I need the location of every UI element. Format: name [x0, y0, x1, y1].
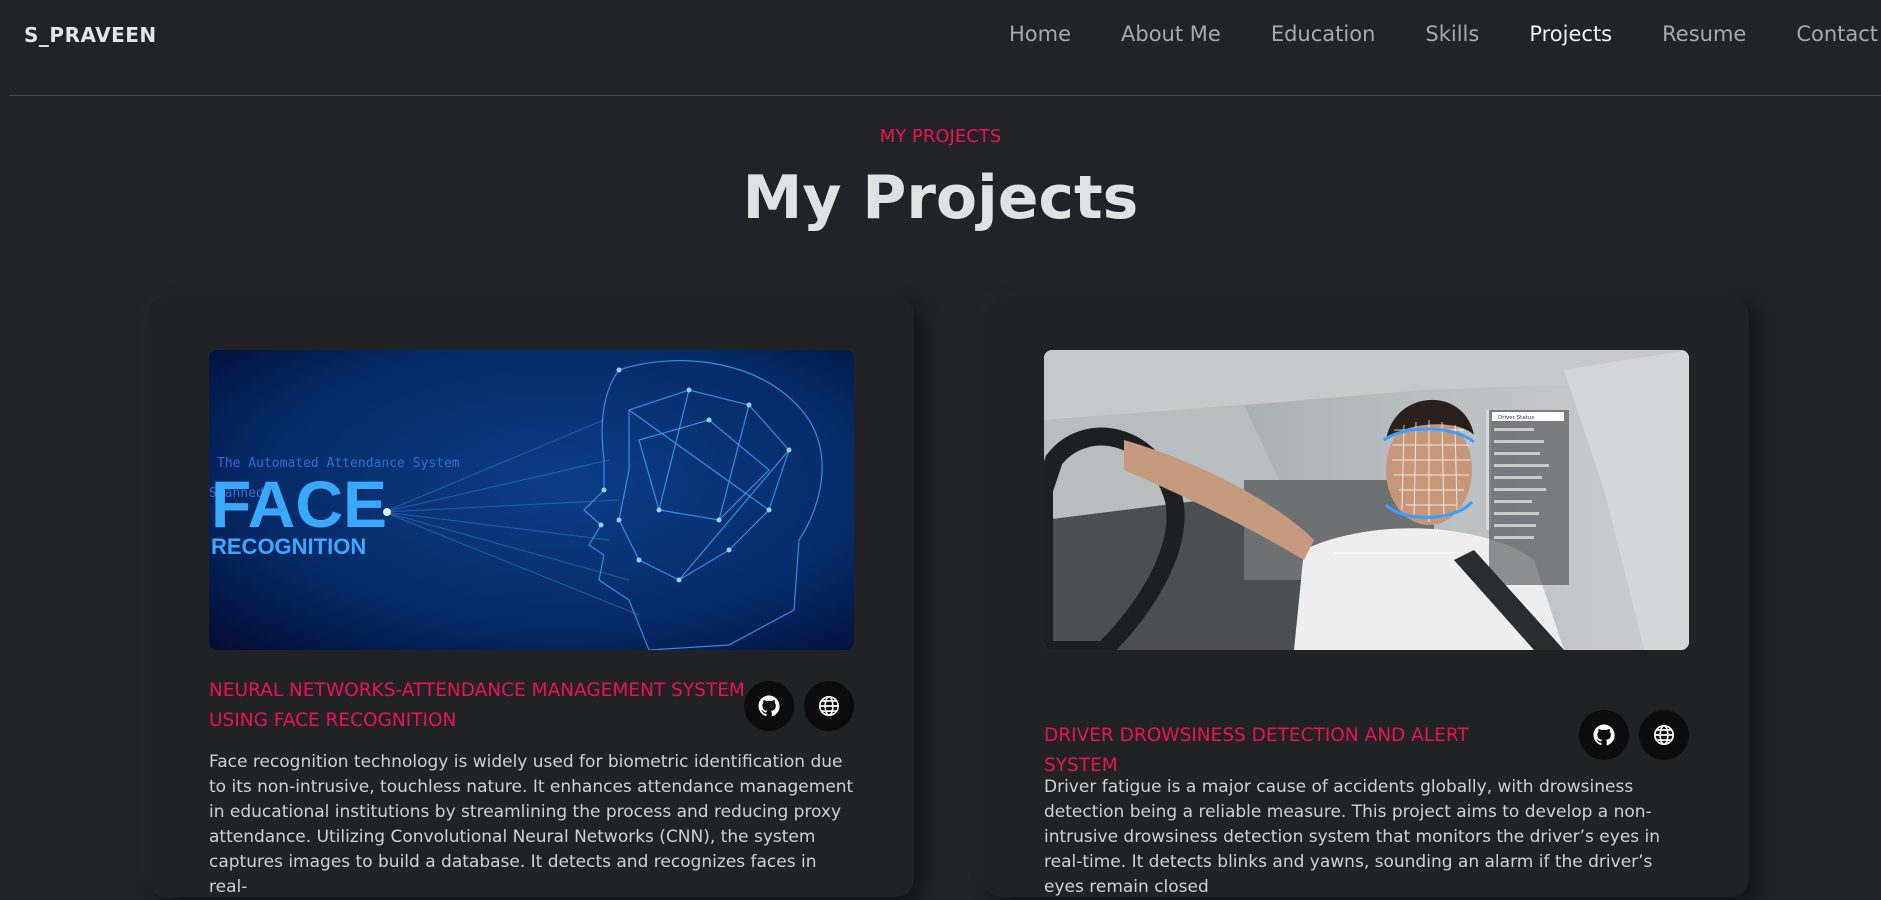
project-title: DRIVER DROWSINESS DETECTION AND ALERT SY… [1044, 725, 1469, 776]
project-image-face-recognition: The Automated Attendance System Scanned … [209, 350, 854, 650]
github-button[interactable] [744, 681, 794, 731]
nav-item-skills[interactable]: Skills [1425, 22, 1479, 46]
nav-item-projects[interactable]: Projects [1529, 22, 1612, 46]
project-description: Face recognition technology is widely us… [209, 752, 854, 897]
nav-item-about-me[interactable]: About Me [1121, 22, 1221, 46]
github-icon [758, 695, 780, 717]
image-title-recognition: RECOGNITION [211, 534, 366, 559]
globe-icon [1654, 725, 1674, 745]
globe-icon [819, 696, 839, 716]
top-navbar: S_PRAVEEN Home About Me Education Skills… [0, 0, 1881, 95]
nav-item-contact[interactable]: Contact [1796, 22, 1878, 46]
section-eyebrow: MY PROJECTS [879, 126, 1002, 147]
nav-item-resume[interactable]: Resume [1662, 22, 1746, 46]
website-button[interactable] [1639, 710, 1689, 760]
project-title: NEURAL NETWORKS-ATTENDANCE MANAGEMENT SY… [209, 680, 745, 731]
website-button[interactable] [804, 681, 854, 731]
driver-photo-illustration: Driver Status [1044, 350, 1689, 650]
header-divider [9, 95, 1881, 96]
project-image-drowsiness: Driver Status [1044, 350, 1689, 650]
section-title: My Projects [742, 163, 1139, 233]
hud-panel-title: Driver Status [1498, 415, 1534, 421]
image-title-face: FACE [211, 467, 387, 541]
nav-menu: Home About Me Education Skills Projects … [1009, 22, 1881, 46]
face-recognition-illustration: The Automated Attendance System Scanned … [209, 350, 854, 650]
github-button[interactable] [1579, 710, 1629, 760]
github-icon [1593, 724, 1615, 746]
nav-item-home[interactable]: Home [1009, 22, 1071, 46]
project-description: Driver fatigue is a major cause of accid… [1044, 777, 1661, 897]
site-brand[interactable]: S_PRAVEEN [24, 23, 157, 47]
nav-item-education[interactable]: Education [1271, 22, 1376, 46]
